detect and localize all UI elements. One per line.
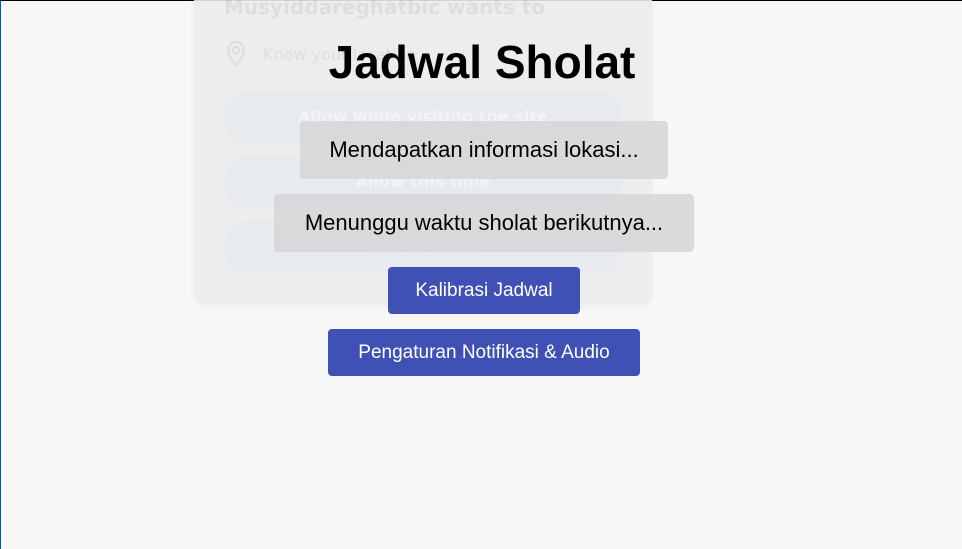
- next-prayer-status-box: Menunggu waktu sholat berikutnya...: [274, 194, 694, 252]
- notification-audio-settings-button[interactable]: Pengaturan Notifikasi & Audio: [328, 329, 640, 376]
- calibrate-schedule-button[interactable]: Kalibrasi Jadwal: [388, 267, 580, 314]
- page-title: Jadwal Sholat: [328, 36, 636, 88]
- permission-popup-title: Musyiddareghatbic wants to: [224, 0, 546, 19]
- location-status-box: Mendapatkan informasi lokasi...: [300, 121, 668, 179]
